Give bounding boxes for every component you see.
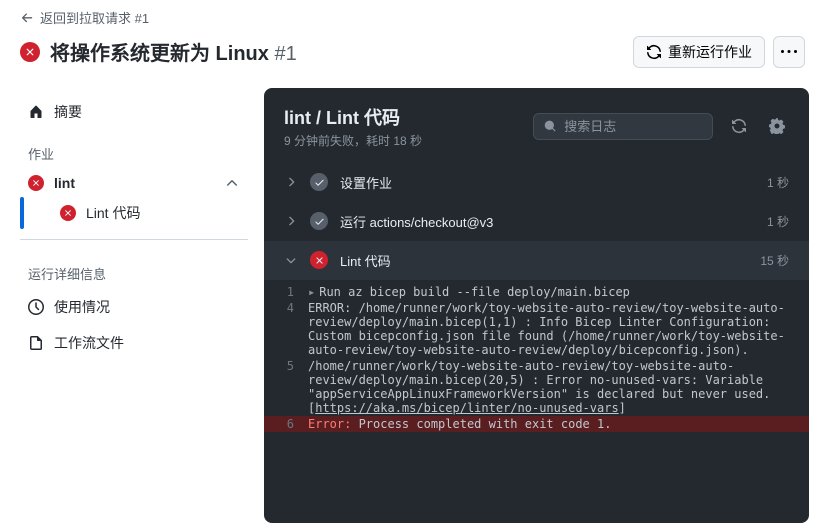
line-number: 5 xyxy=(264,359,308,415)
step-status-ok-icon xyxy=(310,173,328,191)
sidebar-summary-label: 摘要 xyxy=(54,102,82,122)
step-time: 15 秒 xyxy=(760,252,789,269)
home-icon xyxy=(28,104,44,120)
step-status-ok-icon xyxy=(310,212,328,230)
rerun-button[interactable]: 重新运行作业 xyxy=(633,36,765,68)
sidebar: 摘要 作业 lint Lint 代码 运行详细信息 使用情况 工作流文件 xyxy=(0,84,260,523)
refresh-logs-button[interactable] xyxy=(727,114,751,138)
sidebar-usage-label: 使用情况 xyxy=(54,297,110,317)
line-text: ERROR: /home/runner/work/toy-website-aut… xyxy=(308,301,789,357)
line-number: 4 xyxy=(264,301,308,357)
log-settings-button[interactable] xyxy=(765,114,789,138)
line-number: 1 xyxy=(264,285,308,299)
back-link-text: 返回到拉取请求 #1 xyxy=(40,8,149,27)
chevron-up-icon xyxy=(224,175,240,191)
search-icon xyxy=(544,119,556,133)
chevron-right-icon xyxy=(284,214,298,228)
run-status-fail-icon xyxy=(20,42,40,62)
step-row[interactable]: 运行 actions/checkout@v3 1 秒 xyxy=(264,202,809,241)
step-status-fail-icon xyxy=(310,251,328,269)
job-status-fail-icon xyxy=(28,175,44,191)
clock-icon xyxy=(28,299,44,315)
file-icon xyxy=(28,335,44,351)
search-box[interactable] xyxy=(533,113,713,140)
search-input[interactable] xyxy=(564,119,702,134)
sidebar-usage[interactable]: 使用情况 xyxy=(20,289,248,325)
step-label: 运行 actions/checkout@v3 xyxy=(340,212,755,231)
chevron-right-icon xyxy=(284,175,298,189)
log-line: 1▸Run az bicep build --file deploy/main.… xyxy=(264,284,809,300)
sidebar-jobs-header: 作业 xyxy=(20,130,248,169)
log-lines: 1▸Run az bicep build --file deploy/main.… xyxy=(264,280,809,444)
line-text: ▸Run az bicep build --file deploy/main.b… xyxy=(308,285,789,299)
sync-icon xyxy=(731,118,747,134)
back-link[interactable]: 返回到拉取请求 #1 xyxy=(20,8,149,27)
divider xyxy=(20,239,248,240)
line-number: 6 xyxy=(264,417,308,431)
sidebar-job-lint[interactable]: lint xyxy=(20,169,248,197)
log-subtitle: 9 分钟前失败，耗时 18 秒 xyxy=(284,132,519,149)
log-link[interactable]: https://aka.ms/bicep/linter/no-unused-va… xyxy=(315,401,618,415)
step-status-fail-icon xyxy=(60,205,76,221)
log-line: 4ERROR: /home/runner/work/toy-website-au… xyxy=(264,300,809,358)
sidebar-details-header: 运行详细信息 xyxy=(20,250,248,289)
more-actions-button[interactable] xyxy=(773,36,805,68)
sync-icon xyxy=(646,44,662,60)
line-text: Error: Process completed with exit code … xyxy=(308,417,789,431)
caret-right-icon: ▸ xyxy=(308,285,315,299)
step-time: 1 秒 xyxy=(767,174,789,191)
chevron-down-icon xyxy=(284,253,298,267)
sidebar-step-label: Lint 代码 xyxy=(86,203,140,223)
log-panel: lint / Lint 代码 9 分钟前失败，耗时 18 秒 设置作业1 秒运行… xyxy=(264,88,809,523)
sidebar-job-label: lint xyxy=(54,175,75,191)
page-title: 将操作系统更新为 Linux #1 xyxy=(50,37,297,66)
sidebar-workflow-file-label: 工作流文件 xyxy=(54,333,124,353)
log-title: lint / Lint 代码 xyxy=(284,104,519,130)
step-label: Lint 代码 xyxy=(340,251,748,270)
step-time: 1 秒 xyxy=(767,213,789,230)
gear-icon xyxy=(769,118,785,134)
step-row[interactable]: 设置作业 1 秒 xyxy=(264,163,809,202)
arrow-left-icon xyxy=(20,11,34,25)
log-line: 5/home/runner/work/toy-website-auto-revi… xyxy=(264,358,809,416)
sidebar-summary[interactable]: 摘要 xyxy=(20,94,248,130)
step-row[interactable]: Lint 代码 15 秒 xyxy=(264,241,809,280)
sidebar-workflow-file[interactable]: 工作流文件 xyxy=(20,325,248,361)
sidebar-step-lint-code[interactable]: Lint 代码 xyxy=(20,197,248,229)
kebab-icon xyxy=(781,44,797,60)
line-text: /home/runner/work/toy-website-auto-revie… xyxy=(308,359,789,415)
step-label: 设置作业 xyxy=(340,173,755,192)
run-number: #1 xyxy=(274,43,296,65)
log-line: 6Error: Process completed with exit code… xyxy=(264,416,809,432)
